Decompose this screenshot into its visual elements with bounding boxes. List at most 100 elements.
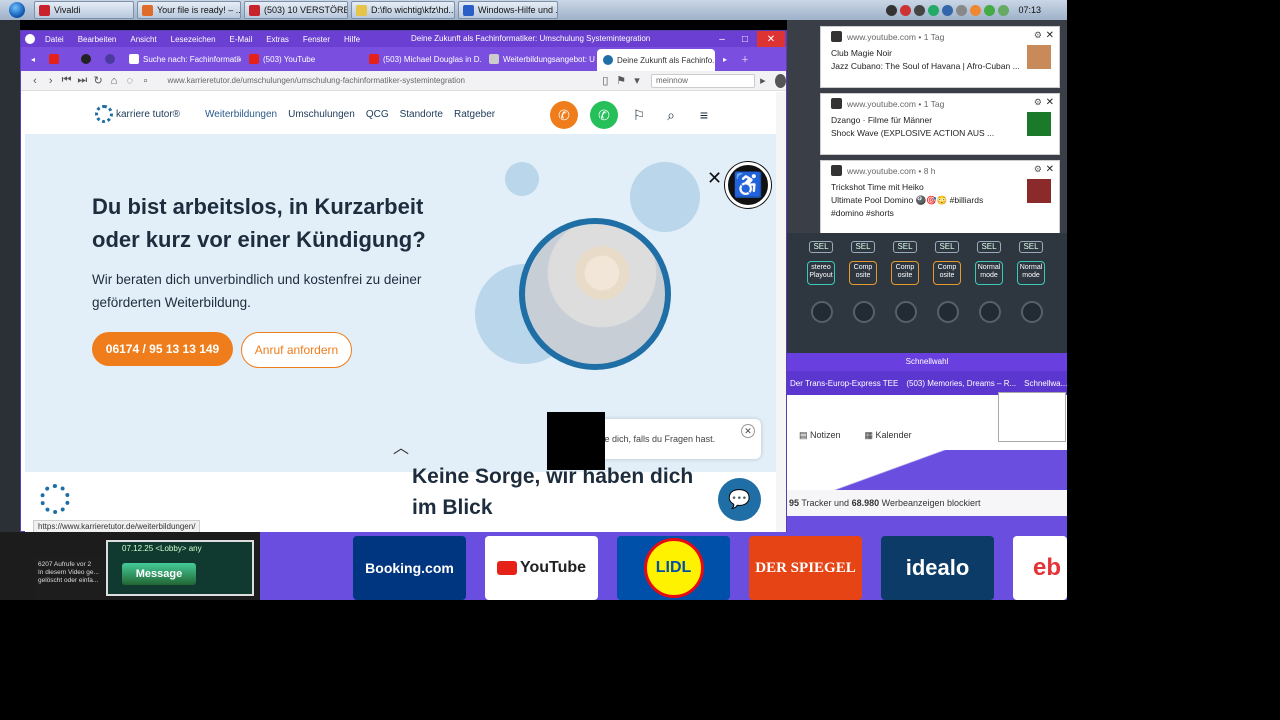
clock[interactable]: 07:13 [1018,5,1041,15]
tray-icon[interactable] [900,4,912,16]
knob[interactable] [937,301,959,323]
tray-icon[interactable] [970,4,982,16]
tile-spiegel[interactable]: DER SPIEGEL [749,536,862,600]
tile-ebay[interactable]: eb [1013,536,1067,600]
avatar[interactable] [774,73,786,88]
tray-icon[interactable] [942,4,954,16]
knob[interactable] [811,301,833,323]
background-tab[interactable]: Schnellwa... [1024,379,1067,388]
mode-button[interactable]: Comp osite [933,261,961,285]
phone-icon[interactable]: ✆ [550,101,578,129]
tile-idealo[interactable]: idealo [881,536,994,600]
menu-lesezeichen[interactable]: Lesezeichen [171,35,216,44]
tray-icon[interactable] [998,4,1010,16]
knob[interactable] [979,301,1001,323]
notification[interactable]: www.youtube.com • 8 h ⚙ ✕ Trickshot Time … [820,160,1060,234]
tab-youtube-home[interactable]: (503) YouTube [243,49,361,69]
menu-extras[interactable]: Extras [266,35,289,44]
start-button[interactable] [0,0,34,20]
tile-lidl[interactable]: LIDL [617,536,730,600]
close-icon[interactable]: ✕ [1046,164,1054,175]
tab-search[interactable]: Suche nach: Fachinformatik [123,49,241,69]
message-button[interactable]: Message [122,563,196,585]
tray-icon[interactable] [956,4,968,16]
reload-icon[interactable]: ↻ [90,74,106,87]
mode-button[interactable]: Normal mode [975,261,1003,285]
tab-icon-only[interactable] [99,49,121,69]
lock-icon[interactable]: ▫ [138,75,154,87]
taskbar-app-explorer[interactable]: D:\flo wichtig\kfz\hd... [351,1,455,19]
close-icon[interactable]: ✕ [1046,97,1054,108]
nav-standorte[interactable]: Standorte [400,109,443,120]
background-tab[interactable]: Der Trans-Europ-Express TEE [790,379,898,388]
knob[interactable] [1021,301,1043,323]
sel-button[interactable]: SEL [809,241,833,253]
request-call-button[interactable]: Anruf anfordern [241,332,352,368]
sel-button[interactable]: SEL [1019,241,1043,253]
taskbar-app-help[interactable]: Windows-Hilfe und ... [458,1,558,19]
mode-button[interactable]: stereo Playout [807,261,835,285]
taskbar-app-file-ready[interactable]: Your file is ready! – ... [137,1,241,19]
knob[interactable] [853,301,875,323]
nav-weiterbildungen[interactable]: Weiterbildungen [205,109,277,120]
tray-icon[interactable] [886,4,898,16]
rewind-icon[interactable]: ⏮ [59,74,75,87]
close-icon[interactable]: ✕ [757,31,785,47]
bookmark-icon[interactable]: ⚐ [625,101,653,129]
close-icon[interactable]: ✕ [1046,30,1054,41]
nav-qcg[interactable]: QCG [366,109,389,120]
tab-forward-arrow[interactable]: ▸ [717,49,733,69]
sel-button[interactable]: SEL [893,241,917,253]
calendar-link[interactable]: ▦ Kalender [865,430,912,441]
fast-forward-icon[interactable]: ⏭ [74,74,90,87]
taskbar-app-youtube[interactable]: (503) 10 VERSTÖREN... [244,1,348,19]
site-logo[interactable]: karriere tutor® [95,105,180,123]
accessibility-icon[interactable]: ♿ [725,162,771,208]
search-dropdown-icon[interactable]: ▸ [755,74,771,87]
tab-active-karrieretutor[interactable]: Deine Zukunft als Fachinfo... [597,49,716,71]
mode-button[interactable]: Normal mode [1017,261,1045,285]
mode-button[interactable]: Comp osite [849,261,877,285]
minimize-icon[interactable]: – [711,31,733,47]
chat-icon[interactable]: 💬 [718,478,761,521]
background-tab[interactable]: (503) Memories, Dreams – R... [906,379,1016,388]
gear-icon[interactable]: ⚙ [1034,164,1042,175]
url-field[interactable]: www.karrieretutor.de/umschulungen/umschu… [168,76,598,85]
chevron-down-icon[interactable]: ▾ [629,74,645,87]
gear-icon[interactable]: ⚙ [1034,97,1042,108]
tile-booking[interactable]: Booking.com [353,536,466,600]
new-tab-icon[interactable]: ＋ [735,49,755,69]
tab-weiterbildung[interactable]: Weiterbildungsangebot: Ur... [483,49,595,69]
notification[interactable]: www.youtube.com • 1 Tag ⚙ ✕ Dzango · Film… [820,93,1060,155]
gear-icon[interactable]: ⚙ [1034,30,1042,41]
tray-icon[interactable] [984,4,996,16]
search-input[interactable]: meinnow [650,73,756,88]
back-icon[interactable]: ‹ [27,75,43,87]
menu-datei[interactable]: Datei [45,35,64,44]
sel-button[interactable]: SEL [977,241,1001,253]
notes-link[interactable]: ▤ Notizen [799,430,841,441]
sel-button[interactable]: SEL [851,241,875,253]
reader-icon[interactable]: ▯ [598,74,614,87]
shield-icon[interactable]: ◌ [122,75,138,87]
knob[interactable] [895,301,917,323]
menu-email[interactable]: E-Mail [230,35,253,44]
tab-michael-douglas[interactable]: (503) Michael Douglas in D... [363,49,481,69]
tab-youtube[interactable] [43,49,73,69]
menu-icon[interactable]: ≡ [690,101,718,129]
notification[interactable]: www.youtube.com • 1 Tag ⚙ ✕ Club Magie No… [820,26,1060,88]
sel-button[interactable]: SEL [935,241,959,253]
nav-umschulungen[interactable]: Umschulungen [288,109,355,120]
forward-icon[interactable]: › [43,75,59,87]
close-icon[interactable]: ✕ [707,168,722,189]
tray-icon[interactable] [914,4,926,16]
close-icon[interactable]: ✕ [741,424,755,438]
bookmark-icon[interactable]: ⚑ [613,74,629,87]
tab-icon-only[interactable] [75,49,97,69]
taskbar-app-vivaldi[interactable]: Vivaldi [34,1,134,19]
whatsapp-icon[interactable]: ✆ [590,101,618,129]
home-icon[interactable]: ⌂ [106,75,122,87]
menu-hilfe[interactable]: Hilfe [344,35,360,44]
tile-youtube[interactable]: YouTube [485,536,598,600]
search-icon[interactable]: ⌕ [657,101,685,129]
